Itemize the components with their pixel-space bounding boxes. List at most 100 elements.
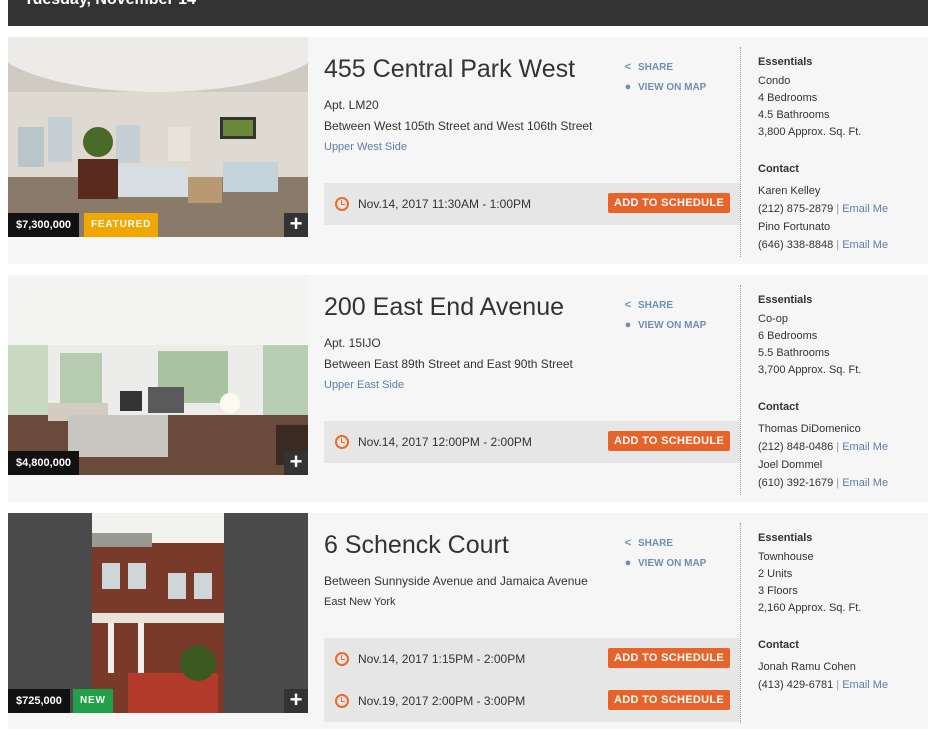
view-on-map-link[interactable]: ● VIEW ON MAP xyxy=(622,557,707,569)
map-pin-icon: ● xyxy=(624,81,632,93)
agent-contact-line: (413) 429-6781 | Email Me xyxy=(758,679,889,691)
add-to-schedule-button[interactable]: ADD TO SCHEDULE xyxy=(608,648,730,668)
agent-phone[interactable]: (212) 875-2879 xyxy=(758,203,833,215)
agent-contact-line: (610) 392-1679 | Email Me xyxy=(758,477,889,489)
clock-icon xyxy=(335,197,349,211)
neighborhood-link[interactable]: Upper West Side xyxy=(324,141,407,153)
contact-heading: Contact xyxy=(758,639,799,651)
map-pin-icon: ● xyxy=(624,319,632,331)
price-badge: $725,000 xyxy=(8,689,70,713)
view-on-map-link[interactable]: ● VIEW ON MAP xyxy=(622,81,707,93)
clock-icon xyxy=(335,435,349,449)
clock-icon xyxy=(335,652,349,666)
schedule-box: Nov.14, 2017 11:30AM - 1:00PM ADD TO SCH… xyxy=(324,183,740,225)
neighborhood-label: East New York xyxy=(324,596,396,608)
cross-streets: Between West 105th Street and West 106th… xyxy=(324,119,593,133)
listing-photo[interactable]: $725,000 NEW + xyxy=(8,513,308,713)
share-icon: < xyxy=(624,537,632,549)
add-plus-button[interactable]: + xyxy=(284,451,308,475)
agent-name: Jonah Ramu Cohen xyxy=(758,661,856,673)
share-link[interactable]: < SHARE xyxy=(622,299,673,311)
townhouse-photo xyxy=(8,513,308,713)
clock-icon xyxy=(335,694,349,708)
listing-photo[interactable]: $7,300,000 FEATURED + xyxy=(8,37,308,237)
email-me-link[interactable]: Email Me xyxy=(842,477,888,489)
email-me-link[interactable]: Email Me xyxy=(842,239,888,251)
cross-streets: Between Sunnyside Avenue and Jamaica Ave… xyxy=(324,574,588,588)
agent-name: Pino Fortunato xyxy=(758,221,831,233)
listing-photo[interactable]: $4,800,000 + xyxy=(8,275,308,475)
column-divider xyxy=(740,523,741,723)
agent-phone[interactable]: (610) 392-1679 xyxy=(758,477,833,489)
essentials-heading: Essentials xyxy=(758,56,813,68)
property-type: Condo xyxy=(758,75,791,87)
add-to-schedule-button[interactable]: ADD TO SCHEDULE xyxy=(608,690,730,710)
bedrooms: 6 Bedrooms xyxy=(758,330,818,342)
agent-name: Thomas DiDomenico xyxy=(758,423,861,435)
listing-card: $7,300,000 FEATURED + 455 Central Park W… xyxy=(8,37,928,264)
view-on-map-link[interactable]: ● VIEW ON MAP xyxy=(622,319,707,331)
square-footage: 2,160 Approx. Sq. Ft. xyxy=(758,602,862,614)
column-divider xyxy=(740,285,741,495)
email-me-link[interactable]: Email Me xyxy=(842,441,888,453)
new-tag: NEW xyxy=(73,689,113,713)
bedrooms: 4 Bedrooms xyxy=(758,92,818,104)
date-header-bar: Tuesday, November 14 xyxy=(8,0,928,26)
agent-phone[interactable]: (212) 848-0486 xyxy=(758,441,833,453)
listing-card: $4,800,000 + 200 East End Avenue Apt. 15… xyxy=(8,275,928,502)
agent-name: Karen Kelley xyxy=(758,185,821,197)
floor-count: 3 Floors xyxy=(758,585,798,597)
apartment-photo xyxy=(8,275,308,475)
bathrooms: 5.5 Bathrooms xyxy=(758,347,830,359)
schedule-box: Nov.14, 2017 1:15PM - 2:00PM ADD TO SCHE… xyxy=(324,638,740,722)
listing-title[interactable]: 200 East End Avenue xyxy=(324,293,564,322)
add-plus-button[interactable]: + xyxy=(284,213,308,237)
agent-phone[interactable]: (646) 338-8848 xyxy=(758,239,833,251)
square-footage: 3,700 Approx. Sq. Ft. xyxy=(758,364,862,376)
share-link[interactable]: < SHARE xyxy=(622,537,673,549)
share-icon: < xyxy=(624,299,632,311)
email-me-link[interactable]: Email Me xyxy=(842,203,888,215)
apartment-number: Apt. LM20 xyxy=(324,98,379,112)
schedule-row: Nov.19, 2017 2:00PM - 3:00PM ADD TO SCHE… xyxy=(324,680,740,722)
map-pin-icon: ● xyxy=(624,557,632,569)
living-room-photo xyxy=(8,37,308,237)
apartment-number: Apt. 15IJO xyxy=(324,336,381,350)
agent-contact-line: (646) 338-8848 | Email Me xyxy=(758,239,889,251)
agent-contact-line: (212) 848-0486 | Email Me xyxy=(758,441,889,453)
schedule-row: Nov.14, 2017 12:00PM - 2:00PM ADD TO SCH… xyxy=(324,421,740,463)
square-footage: 3,800 Approx. Sq. Ft. xyxy=(758,126,862,138)
column-divider xyxy=(740,47,741,257)
property-type: Townhouse xyxy=(758,551,814,563)
unit-count: 2 Units xyxy=(758,568,793,580)
neighborhood-link[interactable]: Upper East Side xyxy=(324,379,404,391)
share-icon: < xyxy=(624,61,632,73)
email-me-link[interactable]: Email Me xyxy=(842,679,888,691)
featured-tag: FEATURED xyxy=(84,213,159,237)
open-house-time: Nov.14, 2017 11:30AM - 1:00PM xyxy=(358,197,531,211)
listing-card: $725,000 NEW + 6 Schenck Court Between S… xyxy=(8,513,928,729)
price-badge: $7,300,000 xyxy=(8,213,80,237)
open-house-time: Nov.14, 2017 12:00PM - 2:00PM xyxy=(358,435,532,449)
agent-phone[interactable]: (413) 429-6781 xyxy=(758,679,833,691)
agent-contact-line: (212) 875-2879 | Email Me xyxy=(758,203,889,215)
contact-heading: Contact xyxy=(758,401,799,413)
bathrooms: 4.5 Bathrooms xyxy=(758,109,830,121)
schedule-row: Nov.14, 2017 11:30AM - 1:00PM ADD TO SCH… xyxy=(324,183,740,225)
agent-name: Joel Dommel xyxy=(758,459,823,471)
share-link[interactable]: < SHARE xyxy=(622,61,673,73)
add-to-schedule-button[interactable]: ADD TO SCHEDULE xyxy=(608,431,730,451)
cross-streets: Between East 89th Street and East 90th S… xyxy=(324,357,573,371)
add-to-schedule-button[interactable]: ADD TO SCHEDULE xyxy=(608,193,730,213)
essentials-heading: Essentials xyxy=(758,294,813,306)
schedule-box: Nov.14, 2017 12:00PM - 2:00PM ADD TO SCH… xyxy=(324,421,740,463)
contact-heading: Contact xyxy=(758,163,799,175)
open-house-time: Nov.19, 2017 2:00PM - 3:00PM xyxy=(358,694,526,708)
listing-title[interactable]: 455 Central Park West xyxy=(324,55,575,84)
essentials-heading: Essentials xyxy=(758,532,813,544)
date-heading: Tuesday, November 14 xyxy=(24,0,196,9)
add-plus-button[interactable]: + xyxy=(284,689,308,713)
listing-title[interactable]: 6 Schenck Court xyxy=(324,531,509,560)
schedule-row: Nov.14, 2017 1:15PM - 2:00PM ADD TO SCHE… xyxy=(324,638,740,680)
property-type: Co-op xyxy=(758,313,788,325)
